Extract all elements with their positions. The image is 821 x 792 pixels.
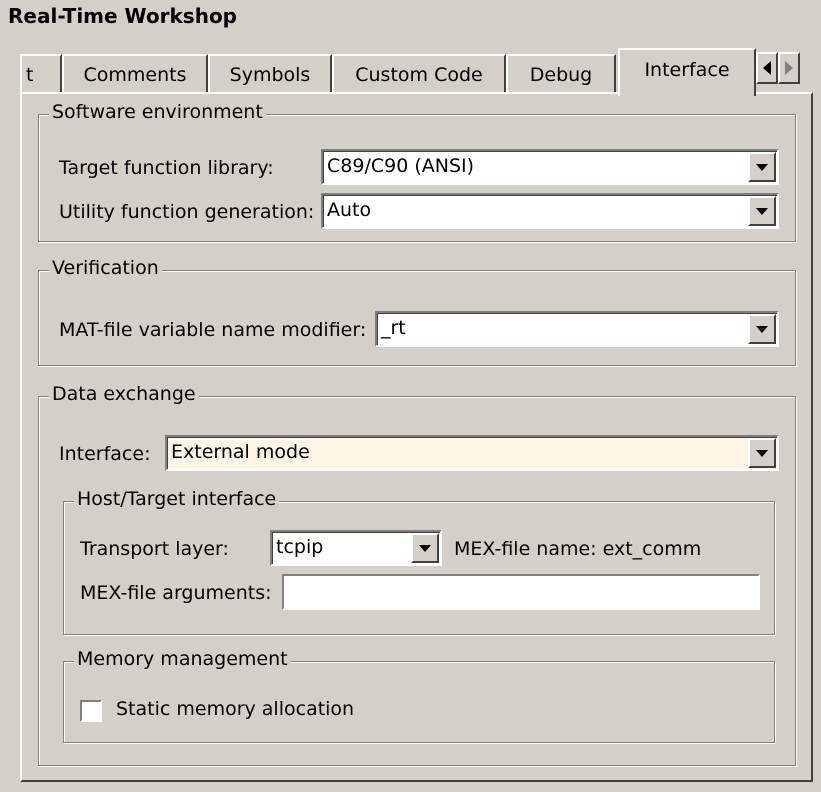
transport-layer-label: Transport layer: — [80, 538, 229, 560]
chevron-down-icon — [419, 544, 431, 552]
tab-label: Debug — [529, 64, 593, 86]
mex-file-arguments-input[interactable] — [282, 574, 760, 610]
tab-interface[interactable]: Interface — [618, 48, 756, 96]
verification-group: Verification MAT-file variable name modi… — [38, 257, 796, 366]
mat-file-modifier-label: MAT-file variable name modifier: — [59, 319, 367, 341]
mex-file-arguments-label: MEX-file arguments: — [80, 582, 272, 604]
select-value: Auto — [327, 199, 372, 221]
chevron-down-icon — [756, 207, 768, 215]
tab-debug[interactable]: Debug — [506, 54, 616, 94]
mat-file-modifier-select[interactable]: _rt — [375, 311, 779, 347]
transport-layer-select[interactable]: tcpip — [270, 530, 442, 566]
tab-strip: t Comments Symbols Custom Code Debug Int… — [20, 48, 815, 96]
tab-label: Symbols — [229, 64, 311, 86]
group-legend: Memory management — [74, 648, 291, 670]
tab-label: t — [26, 64, 34, 86]
dropdown-button[interactable] — [411, 533, 439, 563]
group-legend: Host/Target interface — [74, 488, 280, 510]
dropdown-button[interactable] — [748, 196, 776, 226]
interface-panel: Software environment Target function lib… — [20, 92, 813, 782]
tab-label: Comments — [83, 64, 187, 86]
group-legend: Data exchange — [49, 383, 199, 405]
select-value: tcpip — [276, 536, 324, 558]
arrow-left-icon — [763, 61, 771, 75]
dropdown-button[interactable] — [748, 152, 776, 182]
utility-function-generation-label: Utility function generation: — [59, 201, 315, 223]
select-value: _rt — [381, 317, 406, 339]
target-function-library-select[interactable]: C89/C90 (ANSI) — [321, 149, 779, 185]
utility-function-generation-select[interactable]: Auto — [321, 193, 779, 229]
tab-symbols[interactable]: Symbols — [208, 54, 332, 94]
tab-custom-code[interactable]: Custom Code — [332, 54, 506, 94]
select-value: External mode — [171, 441, 310, 463]
chevron-down-icon — [756, 325, 768, 333]
target-function-library-label: Target function library: — [59, 157, 274, 179]
tab-label: Interface — [644, 59, 730, 81]
software-environment-group: Software environment Target function lib… — [38, 101, 796, 242]
memory-management-group: Memory management Static memory allocati… — [63, 648, 775, 743]
tab-partial[interactable]: t — [20, 54, 62, 94]
tab-comments[interactable]: Comments — [62, 54, 208, 94]
tab-label: Custom Code — [355, 64, 483, 86]
host-target-interface-group: Host/Target interface Transport layer: t… — [63, 488, 775, 635]
page-title: Real-Time Workshop — [8, 4, 237, 28]
tab-scroll-right-button[interactable] — [778, 52, 800, 84]
chevron-down-icon — [756, 449, 768, 457]
arrow-right-icon — [785, 61, 793, 75]
chevron-down-icon — [756, 163, 768, 171]
tab-scroll-left-button[interactable] — [756, 52, 778, 84]
dropdown-button[interactable] — [748, 438, 776, 468]
dropdown-button[interactable] — [748, 314, 776, 344]
static-memory-allocation-label: Static memory allocation — [116, 698, 355, 720]
select-value: C89/C90 (ANSI) — [327, 155, 475, 177]
group-legend: Software environment — [49, 101, 266, 123]
static-memory-allocation-checkbox[interactable] — [80, 700, 102, 722]
group-legend: Verification — [49, 257, 162, 279]
data-exchange-group: Data exchange Interface: External mode H… — [38, 383, 796, 766]
mex-file-name-label: MEX-file name: ext_comm — [454, 538, 702, 560]
interface-select[interactable]: External mode — [165, 435, 779, 471]
interface-label: Interface: — [59, 443, 151, 465]
